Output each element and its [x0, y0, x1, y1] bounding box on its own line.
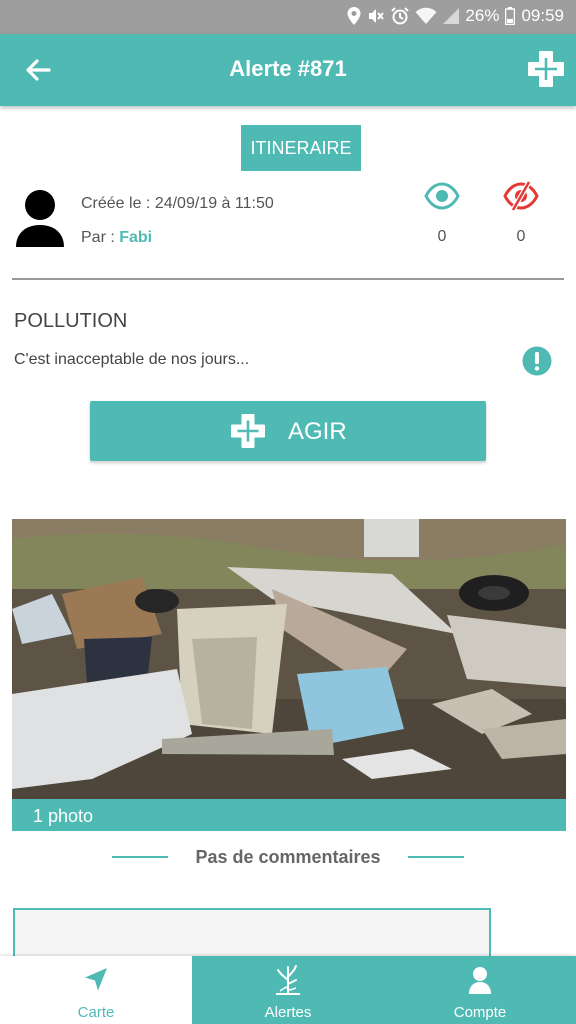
act-button-label: AGIR: [288, 418, 347, 445]
avatar: [16, 190, 64, 247]
user-icon: [469, 967, 491, 994]
location-icon: [347, 7, 361, 25]
seen-count: 0: [437, 228, 447, 245]
exclamation-icon[interactable]: [522, 346, 552, 376]
dumped-waste-image: [12, 519, 566, 799]
alert-category: POLLUTION: [14, 310, 128, 332]
nav-tab-carte[interactable]: Carte: [0, 956, 192, 1024]
act-button[interactable]: AGIR: [90, 401, 486, 461]
plus-icon: [231, 414, 265, 448]
alert-description: C'est inacceptable de nos jours...: [14, 351, 250, 368]
comments-header: Pas de commentaires: [0, 845, 576, 869]
photo-count: 1 photo: [12, 799, 566, 831]
nav-label: Carte: [77, 1004, 115, 1021]
battery-percent: 26%: [465, 6, 500, 25]
alarm-icon: [391, 7, 410, 25]
battery-icon: [505, 7, 516, 25]
author-name[interactable]: Fabi: [119, 229, 152, 246]
divider: [408, 856, 464, 858]
nav-tab-compte[interactable]: Compte: [384, 956, 576, 1024]
comments-label: Pas de commentaires: [195, 847, 381, 867]
mute-icon: [369, 9, 385, 23]
divider: [12, 278, 564, 280]
itinerary-button[interactable]: ITINERAIRE: [241, 125, 361, 171]
plus-icon[interactable]: [526, 49, 566, 89]
bottom-nav: Carte Alertes Compte: [0, 956, 576, 1024]
author-prefix: Par :: [81, 229, 120, 246]
navigation-arrow-icon: [85, 968, 107, 991]
tree-icon: [276, 965, 300, 995]
wifi-icon: [415, 7, 437, 24]
nav-tab-alertes[interactable]: Alertes: [192, 956, 384, 1024]
signal-icon: [443, 8, 460, 24]
alert-photo[interactable]: [12, 519, 566, 799]
author-line: Par : Fabi: [81, 229, 152, 247]
eye-icon[interactable]: [424, 181, 460, 211]
page-title: Alerte #871: [229, 56, 347, 81]
nav-label: Alertes: [264, 1004, 312, 1021]
nav-label: Compte: [453, 1004, 507, 1021]
app-bar: Alerte #871: [0, 34, 576, 106]
status-bar: 26% 09:59: [0, 0, 576, 34]
unseen-count: 0: [516, 228, 526, 245]
created-date: Créée le : 24/09/19 à 11:50: [81, 195, 274, 212]
status-time: 09:59: [521, 6, 564, 25]
eye-off-icon[interactable]: [503, 181, 539, 211]
